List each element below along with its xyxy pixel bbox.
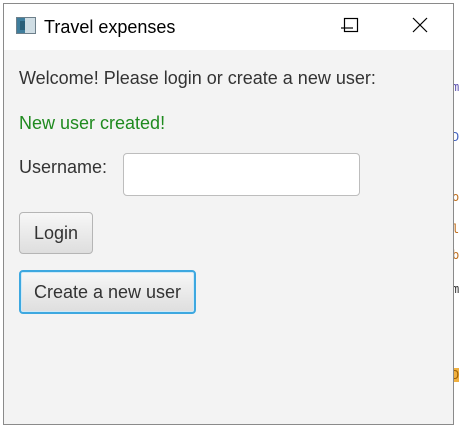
window-title: Travel expenses <box>44 17 176 37</box>
app-window: Travel expenses Welcome! Please login or… <box>3 3 454 425</box>
close-icon <box>412 17 428 33</box>
maximize-control[interactable] <box>326 4 372 50</box>
username-input[interactable] <box>123 153 360 196</box>
login-panel: Welcome! Please login or create a new us… <box>4 50 453 424</box>
app-icon <box>16 17 36 34</box>
create-user-button[interactable]: Create a new user <box>19 270 196 314</box>
maximize-icon <box>343 17 359 33</box>
status-message: New user created! <box>19 113 166 133</box>
welcome-message: Welcome! Please login or create a new us… <box>19 68 376 88</box>
login-button[interactable]: Login <box>19 212 93 254</box>
close-button[interactable] <box>397 4 443 50</box>
title-bar[interactable]: Travel expenses <box>4 4 453 50</box>
username-label: Username: <box>19 157 108 177</box>
